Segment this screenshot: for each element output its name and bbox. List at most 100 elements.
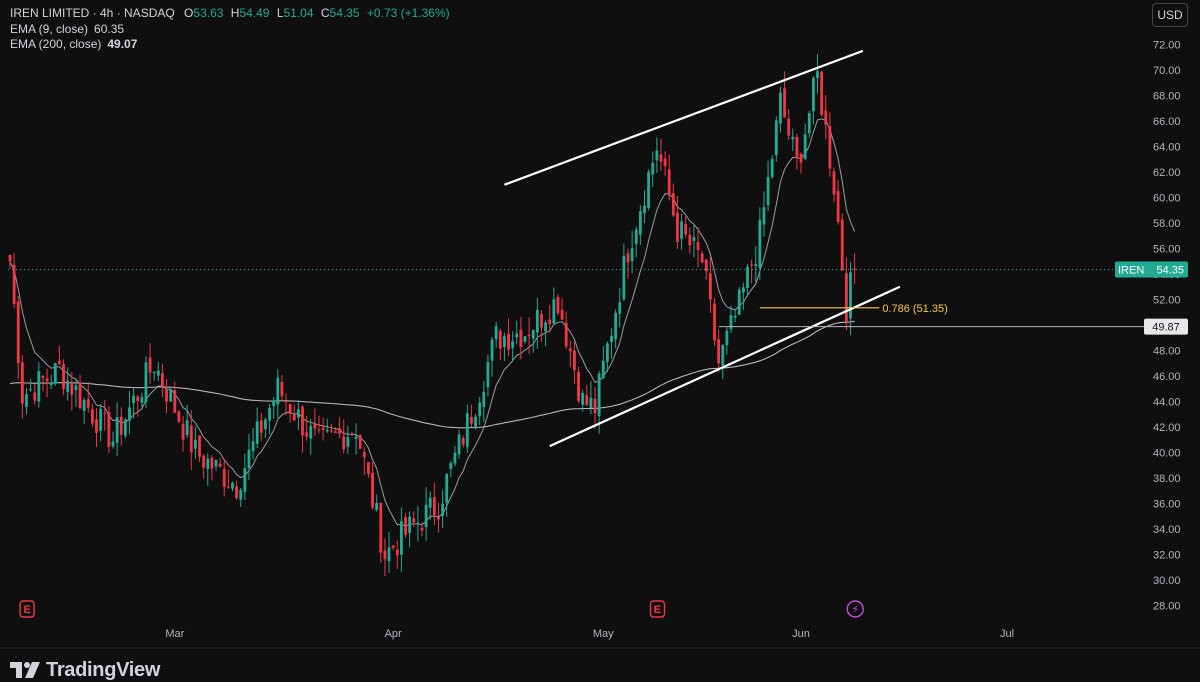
y-tick-label: 66.00 <box>1153 116 1181 128</box>
candle-body <box>758 220 762 268</box>
candle-body <box>107 412 111 447</box>
candle-body <box>573 350 576 371</box>
candle-body <box>441 503 444 516</box>
earnings-event-icon[interactable]: E <box>19 600 35 618</box>
ema9-row[interactable]: EMA (9, close) 60.35 <box>10 22 454 38</box>
candle-body <box>552 299 556 324</box>
candle-body <box>243 468 247 492</box>
y-tick-label: 38.00 <box>1153 473 1181 485</box>
candle-body <box>226 486 230 488</box>
y-tick-label: 68.00 <box>1153 91 1181 103</box>
candle-body <box>523 336 527 342</box>
candle-body <box>74 385 78 391</box>
candle-body <box>297 409 300 418</box>
candle-body <box>725 330 729 346</box>
y-tick-label: 42.00 <box>1153 422 1181 434</box>
candle-body <box>272 400 276 407</box>
svg-text:E: E <box>654 604 661 616</box>
candle-body <box>115 416 119 443</box>
ohlc-row: IREN LIMITED · 4h · NASDAQ O53.63 H54.49… <box>10 6 454 22</box>
low-label: L <box>276 6 284 20</box>
candle-body <box>82 399 86 411</box>
candle-body <box>779 92 782 124</box>
candle-body <box>610 335 613 343</box>
candle-body <box>634 229 638 244</box>
candle-body <box>371 473 374 508</box>
chart-canvas[interactable]: 72.00 70.00 68.00 66.00 64.00 62.00 60.00 58.00… <box>0 0 1200 675</box>
y-tick-label: 58.00 <box>1153 218 1181 230</box>
x-tick-label: Jul <box>1000 628 1014 640</box>
candle-body <box>334 431 337 433</box>
candle-body <box>643 205 646 213</box>
candle-body <box>156 370 160 376</box>
candle-body <box>412 518 416 523</box>
candle-body <box>358 434 362 449</box>
candle-body <box>305 432 309 437</box>
candle-body <box>667 169 671 196</box>
candle-body <box>597 373 601 417</box>
candle-body <box>482 391 486 407</box>
currency-button[interactable]: USD <box>1152 3 1188 27</box>
chart-legend: IREN LIMITED · 4h · NASDAQ O53.63 H54.49… <box>10 6 454 53</box>
y-tick-label: 62.00 <box>1153 167 1181 179</box>
candle-body <box>836 190 840 223</box>
candle-body <box>58 360 61 365</box>
ema9-line <box>9 118 856 527</box>
candle-body <box>66 380 70 392</box>
candle-body <box>165 389 168 402</box>
candle-body <box>783 88 786 118</box>
candle-body <box>494 326 498 340</box>
candle-body <box>791 137 795 140</box>
tradingview-icon <box>10 662 40 678</box>
candle-body <box>140 397 144 403</box>
candle-body <box>564 322 568 347</box>
candle-body <box>465 413 469 447</box>
candle-body <box>177 411 181 422</box>
candle-body <box>696 241 700 251</box>
candle-body <box>453 452 457 464</box>
x-tick-label: Jun <box>792 628 810 640</box>
candle-body <box>741 287 745 293</box>
candle-body <box>45 378 49 382</box>
candle-body <box>663 158 667 167</box>
ema200-value: 49.07 <box>107 37 138 51</box>
candle-body <box>123 419 127 436</box>
close-label: C <box>320 6 330 20</box>
candle-body <box>144 362 148 402</box>
candle-body <box>181 423 185 440</box>
candle-body <box>20 362 24 404</box>
candle-body <box>849 272 852 319</box>
candle-body <box>103 412 107 414</box>
candle-body <box>379 502 383 553</box>
symbol-label[interactable]: IREN LIMITED · 4h · NASDAQ <box>10 6 175 20</box>
candle-body <box>531 330 535 339</box>
candle-body <box>618 302 622 314</box>
candle-body <box>428 497 432 508</box>
candle-body <box>185 420 189 435</box>
candle-body <box>206 458 210 469</box>
y-tick-label: 28.00 <box>1153 601 1181 613</box>
candle-body <box>535 309 539 333</box>
candle-body <box>268 408 271 421</box>
ema200-row[interactable]: EMA (200, close) 49.07 <box>10 37 454 53</box>
candle-body <box>194 439 197 449</box>
low-value: 51.04 <box>283 6 314 20</box>
candle-body <box>606 343 609 362</box>
candle-body <box>276 377 280 405</box>
candle-body <box>309 425 313 439</box>
candle-body <box>284 401 288 403</box>
y-tick-label: 52.00 <box>1153 295 1181 307</box>
candle-body <box>33 392 37 401</box>
dividend-event-icon[interactable]: ⚡ <box>846 600 864 618</box>
candle-body <box>222 469 226 487</box>
candle-body <box>659 154 663 162</box>
candle-body <box>29 389 32 391</box>
horizontal-level-value: 49.87 <box>1152 322 1180 334</box>
candle-body <box>709 273 712 300</box>
ema9-value: 60.35 <box>94 21 125 36</box>
candle-body <box>119 416 123 435</box>
candle-body <box>432 497 436 515</box>
candle-body <box>259 420 263 433</box>
candle-body <box>169 389 173 402</box>
earnings-event-icon[interactable]: E <box>649 600 666 618</box>
